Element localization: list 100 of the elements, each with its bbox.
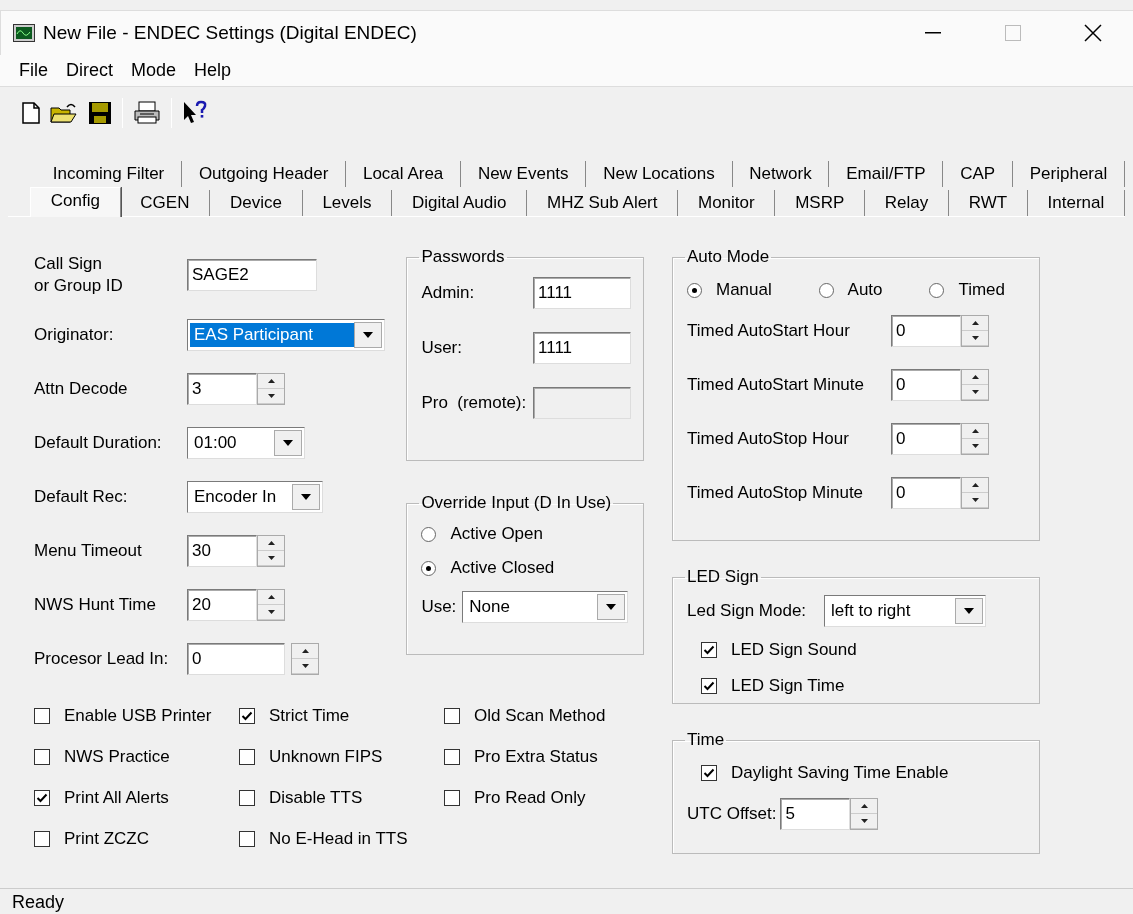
tab[interactable]: MSRP bbox=[775, 190, 865, 216]
checkbox[interactable] bbox=[444, 708, 460, 724]
status-text: Ready bbox=[0, 888, 1133, 914]
dropdown[interactable]: EAS Participant bbox=[187, 319, 385, 351]
checkbox-label: Unknown FIPS bbox=[269, 747, 383, 767]
dropdown[interactable]: 01:00 bbox=[187, 427, 305, 459]
tab[interactable]: Peripheral bbox=[1012, 161, 1126, 187]
radio-button[interactable] bbox=[421, 560, 437, 576]
number-field[interactable]: 0 bbox=[187, 643, 285, 675]
tab[interactable]: Monitor bbox=[678, 190, 776, 216]
checkbox[interactable] bbox=[444, 790, 460, 806]
spin-buttons[interactable] bbox=[257, 535, 285, 567]
menu-item[interactable]: Direct bbox=[57, 60, 123, 81]
tab[interactable]: Levels bbox=[302, 190, 393, 216]
tab[interactable]: Network bbox=[732, 161, 830, 187]
spin-buttons[interactable] bbox=[257, 373, 285, 405]
tab[interactable]: New Events bbox=[461, 161, 587, 187]
checkbox[interactable] bbox=[34, 708, 50, 724]
tab[interactable]: MHZ Sub Alert bbox=[527, 190, 679, 216]
up-arrow-icon bbox=[971, 483, 979, 487]
dropdown-button[interactable] bbox=[274, 430, 302, 456]
radio-label: Timed bbox=[958, 280, 1005, 300]
spin-buttons[interactable] bbox=[961, 369, 989, 401]
checkbox[interactable] bbox=[34, 749, 50, 765]
tab[interactable]: Outgoing Header bbox=[182, 161, 347, 187]
tab[interactable]: Relay bbox=[865, 190, 949, 216]
spin-buttons[interactable] bbox=[257, 589, 285, 621]
number-field[interactable]: 0 bbox=[891, 423, 961, 455]
spin-buttons[interactable] bbox=[961, 423, 989, 455]
field-label: Call Sign or Group ID bbox=[34, 253, 124, 297]
tab[interactable]: Internal bbox=[1027, 190, 1125, 216]
dropdown-button[interactable] bbox=[292, 484, 320, 510]
radio-button[interactable] bbox=[818, 282, 834, 298]
dropdown-value: left to right bbox=[830, 600, 912, 622]
spin-buttons[interactable] bbox=[961, 477, 989, 509]
caret-icon bbox=[283, 440, 293, 446]
down-arrow-icon bbox=[267, 556, 275, 560]
password-field[interactable]: 1111 bbox=[533, 332, 631, 364]
printer-icon[interactable] bbox=[133, 101, 161, 125]
checkbox[interactable] bbox=[239, 790, 255, 806]
dropdown[interactable]: Encoder In bbox=[187, 481, 323, 513]
checkbox[interactable] bbox=[701, 678, 717, 694]
dropdown-button[interactable] bbox=[354, 322, 382, 348]
tab[interactable]: New Locations bbox=[586, 161, 733, 187]
field-label: NWS Hunt Time bbox=[34, 594, 157, 616]
spin-buttons[interactable] bbox=[850, 798, 879, 830]
menu-item[interactable]: Help bbox=[185, 60, 241, 81]
tab[interactable]: Device bbox=[210, 190, 303, 216]
checkbox-label: Daylight Saving Time Enable bbox=[731, 763, 949, 783]
dropdown-button[interactable] bbox=[597, 594, 626, 620]
radio-button[interactable] bbox=[687, 282, 702, 298]
checkbox[interactable] bbox=[701, 642, 717, 658]
tab[interactable]: CGEN bbox=[120, 190, 211, 216]
tab[interactable]: CAP bbox=[943, 161, 1013, 187]
tab[interactable]: Config bbox=[30, 187, 121, 217]
number-field[interactable]: 3 bbox=[187, 373, 257, 405]
spin-buttons[interactable] bbox=[961, 315, 989, 347]
radio-button[interactable] bbox=[929, 282, 945, 298]
down-arrow-icon bbox=[971, 336, 979, 340]
dropdown[interactable]: left to right bbox=[824, 595, 987, 627]
tab[interactable]: Local Area bbox=[346, 161, 462, 187]
group-title: Passwords bbox=[420, 247, 506, 267]
spin-buttons[interactable] bbox=[291, 643, 319, 675]
checkbox-label: Enable USB Printer bbox=[64, 706, 212, 726]
tab[interactable]: RWT bbox=[948, 190, 1028, 216]
open-folder-icon[interactable] bbox=[50, 102, 78, 124]
menu-item[interactable]: File bbox=[10, 60, 57, 81]
dropdown-value: None bbox=[468, 596, 511, 618]
new-file-icon[interactable] bbox=[22, 102, 40, 124]
field-label: Timed AutoStop Hour bbox=[687, 428, 849, 450]
dropdown[interactable]: None bbox=[462, 591, 629, 623]
checkbox-label: Print All Alerts bbox=[64, 788, 169, 808]
number-field[interactable]: 30 bbox=[187, 535, 257, 567]
minimize-icon bbox=[925, 32, 941, 34]
tab[interactable]: Digital Audio bbox=[392, 190, 528, 216]
number-field[interactable]: 5 bbox=[780, 798, 851, 830]
checkbox[interactable] bbox=[239, 708, 255, 724]
checkbox[interactable] bbox=[701, 765, 717, 781]
number-field[interactable]: 0 bbox=[891, 369, 961, 401]
tab[interactable]: Email/FTP bbox=[829, 161, 944, 187]
number-field[interactable]: 0 bbox=[891, 477, 961, 509]
context-help-icon[interactable] bbox=[182, 100, 208, 126]
number-field[interactable]: 20 bbox=[187, 589, 257, 621]
checkbox-label: Pro Extra Status bbox=[474, 747, 598, 767]
down-arrow-icon bbox=[301, 664, 309, 668]
up-arrow-icon bbox=[971, 375, 979, 379]
save-icon[interactable] bbox=[88, 101, 112, 125]
checkbox[interactable] bbox=[239, 831, 255, 847]
group-title: Time bbox=[686, 730, 726, 750]
password-field[interactable]: 1111 bbox=[533, 277, 631, 309]
checkbox[interactable] bbox=[444, 749, 460, 765]
checkbox[interactable] bbox=[34, 790, 50, 806]
text-field[interactable]: SAGE2 bbox=[187, 259, 317, 291]
group-title: LED Sign bbox=[686, 567, 760, 587]
menu-item[interactable]: Mode bbox=[122, 60, 186, 81]
number-field[interactable]: 0 bbox=[891, 315, 961, 347]
checkbox[interactable] bbox=[34, 831, 50, 847]
dropdown-button[interactable] bbox=[955, 598, 984, 624]
radio-button[interactable] bbox=[421, 526, 437, 542]
checkbox[interactable] bbox=[239, 749, 255, 765]
